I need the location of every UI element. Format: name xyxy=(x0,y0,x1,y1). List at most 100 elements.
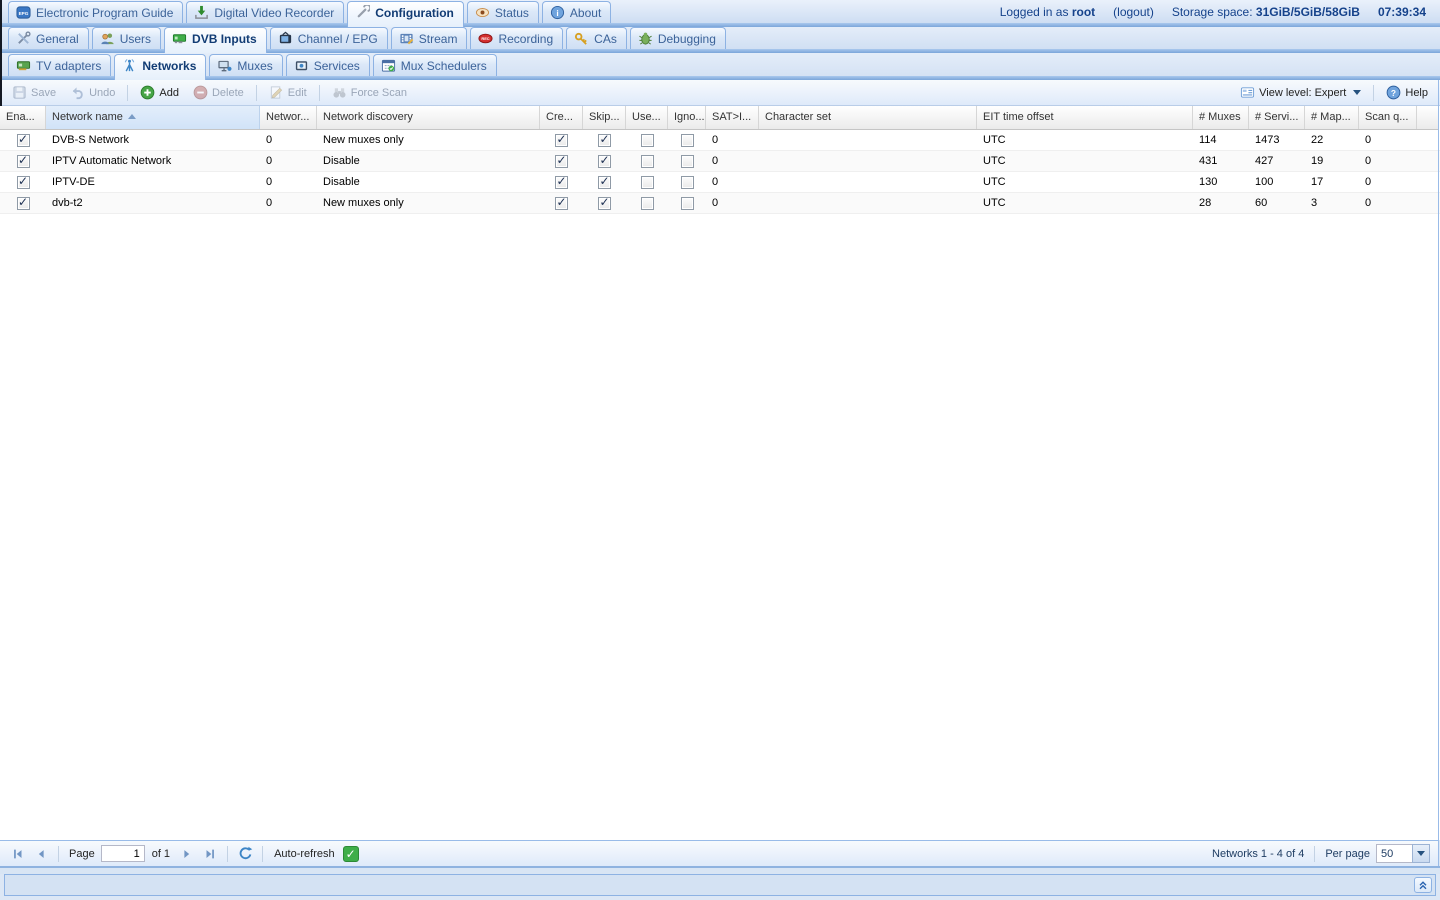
column-header-skip[interactable]: Skip... xyxy=(583,106,626,129)
refresh-button[interactable] xyxy=(235,844,255,864)
tab-mux-schedulers[interactable]: Mux Schedulers xyxy=(373,54,497,76)
network-row[interactable]: DVB-S Network 0 New muxes only 0 UTC 114… xyxy=(0,130,1440,151)
use-checkbox[interactable] xyxy=(641,134,654,147)
muxes-count-cell: 28 xyxy=(1193,193,1249,213)
tab-label: DVB Inputs xyxy=(192,32,257,46)
ignore-checkbox[interactable] xyxy=(681,176,694,189)
tab-about[interactable]: i About xyxy=(542,1,611,23)
delete-button[interactable]: Delete xyxy=(187,83,250,102)
expand-panel-button[interactable] xyxy=(1414,877,1432,893)
skip-checkbox[interactable] xyxy=(598,176,611,189)
save-button[interactable]: Save xyxy=(6,83,62,102)
create-checkbox[interactable] xyxy=(555,176,568,189)
create-checkbox[interactable] xyxy=(555,155,568,168)
column-header-network-name[interactable]: Network name xyxy=(46,106,260,129)
enabled-checkbox[interactable] xyxy=(17,155,30,168)
undo-label: Undo xyxy=(89,87,115,99)
page-number-input[interactable] xyxy=(101,845,145,862)
window-left-edge xyxy=(0,0,2,106)
per-page-value: 50 xyxy=(1376,844,1412,863)
next-page-button[interactable] xyxy=(177,844,197,864)
tab-label: General xyxy=(36,32,79,46)
column-header-create[interactable]: Cre... xyxy=(540,106,583,129)
ignore-checkbox[interactable] xyxy=(681,134,694,147)
tab-stream[interactable]: Stream xyxy=(391,27,468,49)
view-level-button[interactable]: View level: Expert xyxy=(1234,83,1367,102)
satip-cell: 0 xyxy=(706,151,759,171)
tab-cas[interactable]: CAs xyxy=(566,27,627,49)
tab-general[interactable]: General xyxy=(8,27,89,49)
tab-digital-video-recorder[interactable]: Digital Video Recorder xyxy=(186,1,344,23)
paging-separator xyxy=(227,846,228,862)
create-checkbox[interactable] xyxy=(555,134,568,147)
column-header-enabled[interactable]: Ena... xyxy=(0,106,46,129)
use-checkbox[interactable] xyxy=(641,176,654,189)
tab-dvb-inputs[interactable]: DVB Inputs xyxy=(164,27,267,53)
column-header-num-mapped[interactable]: # Map... xyxy=(1305,106,1359,129)
info-icon: i xyxy=(550,5,565,20)
skip-checkbox[interactable] xyxy=(598,134,611,147)
delete-label: Delete xyxy=(212,87,244,99)
tv-icon xyxy=(278,31,293,46)
enabled-checkbox[interactable] xyxy=(17,197,30,210)
skip-checkbox[interactable] xyxy=(598,197,611,210)
svg-text:i: i xyxy=(556,8,558,18)
column-header-network-id[interactable]: Networ... xyxy=(260,106,317,129)
ignore-checkbox[interactable] xyxy=(681,155,694,168)
enabled-checkbox[interactable] xyxy=(17,176,30,189)
tab-channel-epg[interactable]: Channel / EPG xyxy=(270,27,388,49)
page-label: Page xyxy=(69,848,95,860)
per-page-select[interactable]: 50 xyxy=(1376,844,1430,863)
help-button[interactable]: ? Help xyxy=(1380,83,1434,102)
column-header-character-set[interactable]: Character set xyxy=(759,106,977,129)
skip-checkbox[interactable] xyxy=(598,155,611,168)
tab-muxes[interactable]: Muxes xyxy=(209,54,282,76)
column-header-satip[interactable]: SAT>I... xyxy=(706,106,759,129)
tab-label: Muxes xyxy=(237,59,272,73)
add-button[interactable]: Add xyxy=(134,83,185,102)
undo-button[interactable]: Undo xyxy=(64,83,121,102)
tab-services[interactable]: Services xyxy=(286,54,370,76)
tab-electronic-program-guide[interactable]: EPG Electronic Program Guide xyxy=(8,1,183,23)
tab-configuration[interactable]: Configuration xyxy=(347,1,464,27)
column-header-eit-time-offset[interactable]: EIT time offset xyxy=(977,106,1193,129)
toolbar-separator xyxy=(319,85,320,101)
tab-label: Electronic Program Guide xyxy=(36,6,173,20)
tab-label: Digital Video Recorder xyxy=(214,6,334,20)
ignore-checkbox[interactable] xyxy=(681,197,694,210)
key-icon xyxy=(574,31,589,46)
column-header-num-muxes[interactable]: # Muxes xyxy=(1193,106,1249,129)
first-page-button[interactable] xyxy=(8,844,28,864)
tab-status[interactable]: Status xyxy=(467,1,539,23)
bug-icon xyxy=(638,31,653,46)
network-id-cell: 0 xyxy=(260,130,317,150)
tab-tv-adapters[interactable]: TV adapters xyxy=(8,54,111,76)
per-page-dropdown-button[interactable] xyxy=(1412,844,1430,863)
create-checkbox[interactable] xyxy=(555,197,568,210)
edit-button[interactable]: Edit xyxy=(263,83,313,102)
column-header-scan-queue[interactable]: Scan q... xyxy=(1359,106,1417,129)
toolbar-separator xyxy=(256,85,257,101)
network-row[interactable]: IPTV Automatic Network 0 Disable 0 UTC 4… xyxy=(0,151,1440,172)
tab-users[interactable]: Users xyxy=(92,27,161,49)
save-label: Save xyxy=(31,87,56,99)
tab-recording[interactable]: REC Recording xyxy=(470,27,563,49)
force-scan-button[interactable]: Force Scan xyxy=(326,83,413,102)
column-header-num-services[interactable]: # Servi... xyxy=(1249,106,1305,129)
prev-page-button[interactable] xyxy=(31,844,51,864)
enabled-checkbox[interactable] xyxy=(17,134,30,147)
save-icon xyxy=(12,85,27,100)
tab-label: About xyxy=(570,6,601,20)
last-page-button[interactable] xyxy=(200,844,220,864)
column-header-ignore[interactable]: Igno... xyxy=(668,106,706,129)
tab-debugging[interactable]: Debugging xyxy=(630,27,726,49)
tab-networks[interactable]: Networks xyxy=(114,54,206,80)
logout-link[interactable]: (logout) xyxy=(1113,5,1154,19)
use-checkbox[interactable] xyxy=(641,155,654,168)
auto-refresh-checkbox[interactable]: ✓ xyxy=(343,846,359,862)
network-row[interactable]: dvb-t2 0 New muxes only 0 UTC 28 60 3 0 xyxy=(0,193,1440,214)
column-header-network-discovery[interactable]: Network discovery xyxy=(317,106,540,129)
column-header-use[interactable]: Use... xyxy=(626,106,668,129)
use-checkbox[interactable] xyxy=(641,197,654,210)
network-row[interactable]: IPTV-DE 0 Disable 0 UTC 130 100 17 0 xyxy=(0,172,1440,193)
